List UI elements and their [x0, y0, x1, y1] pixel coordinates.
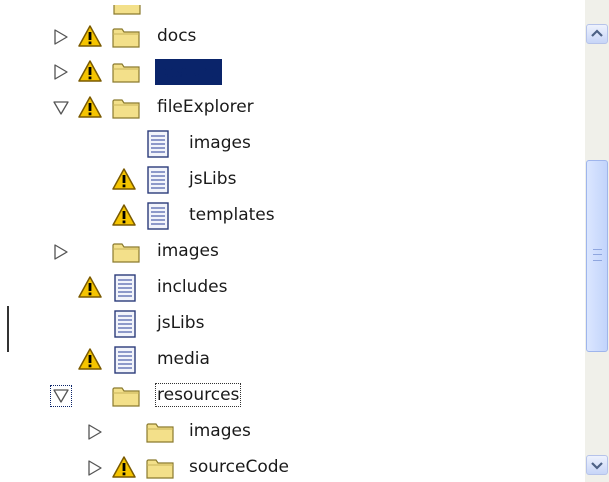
- folder-icon: [112, 385, 140, 407]
- tree-row-images-folder[interactable]: images: [0, 237, 583, 267]
- tree-item-label[interactable]: media: [155, 347, 212, 371]
- tree-row-docs[interactable]: docs: [0, 22, 583, 52]
- scroll-up-icon: [591, 29, 603, 37]
- tree-item-label[interactable]: images: [187, 419, 253, 443]
- vertical-scrollbar[interactable]: [585, 0, 609, 482]
- folder-icon: [146, 457, 174, 479]
- tree-row-fileexplorer[interactable]: fileExplorer: [0, 93, 583, 123]
- tree-item-label-focused[interactable]: resources: [155, 383, 242, 407]
- warning-icon: [78, 95, 102, 119]
- warning-icon: [112, 167, 136, 191]
- tree-item-label[interactable]: jsLibs: [155, 311, 206, 335]
- file-icon: [146, 166, 170, 194]
- folder-icon: [146, 421, 174, 443]
- folder-icon: [112, 26, 140, 48]
- warning-icon: [78, 347, 102, 371]
- tree-item-label-selected[interactable]: feature: [155, 59, 223, 85]
- scrollbar-thumb[interactable]: [586, 160, 608, 352]
- warning-icon: [112, 203, 136, 227]
- file-icon: [113, 346, 137, 374]
- tree-item-label[interactable]: jsLibs: [187, 167, 238, 191]
- tree-row-feature[interactable]: feature: [0, 57, 583, 87]
- tree-row-templates[interactable]: templates: [0, 201, 583, 231]
- tree-row-media[interactable]: media: [0, 345, 583, 375]
- tree-row-jslibs-2[interactable]: jsLibs: [0, 309, 583, 339]
- scroll-down-icon: [591, 462, 603, 470]
- tree-item-label[interactable]: includes: [155, 275, 229, 299]
- text-caret: [7, 306, 9, 352]
- expander-collapsed-icon[interactable]: [52, 63, 70, 81]
- expander-expanded-icon[interactable]: [52, 99, 70, 117]
- expander-collapsed-icon[interactable]: [52, 28, 70, 46]
- warning-icon: [78, 275, 102, 299]
- tree-item-label[interactable]: templates: [187, 203, 277, 227]
- warning-icon: [112, 455, 136, 479]
- expander-expanded-icon[interactable]: [50, 385, 72, 407]
- tree-row-includes[interactable]: includes: [0, 273, 583, 303]
- expander-collapsed-icon[interactable]: [52, 243, 70, 261]
- scroll-down-button[interactable]: [586, 455, 608, 475]
- tree-row-resources[interactable]: resources: [0, 381, 583, 411]
- scroll-up-button[interactable]: [586, 24, 608, 44]
- expander-collapsed-icon[interactable]: [86, 423, 104, 441]
- file-icon: [113, 310, 137, 338]
- tree-item-label[interactable]: fileExplorer: [155, 95, 256, 119]
- file-icon: [146, 130, 170, 158]
- tree-row-images-resources[interactable]: images: [0, 417, 583, 447]
- partial-row-edge: [113, 0, 141, 15]
- folder-icon: [112, 97, 140, 119]
- expander-collapsed-icon[interactable]: [86, 459, 104, 477]
- tree-row-sourcecode[interactable]: sourceCode: [0, 453, 583, 482]
- file-icon: [113, 274, 137, 302]
- folder-icon: [112, 61, 140, 83]
- warning-icon: [78, 24, 102, 48]
- folder-icon: [112, 241, 140, 263]
- tree-item-label[interactable]: docs: [155, 24, 198, 48]
- warning-icon: [78, 59, 102, 83]
- tree-item-label[interactable]: sourceCode: [187, 455, 291, 479]
- tree-item-label[interactable]: images: [155, 239, 221, 263]
- tree-row-jslibs[interactable]: jsLibs: [0, 165, 583, 195]
- scrollbar-grip: [593, 249, 602, 261]
- folder-tree: docs feature fileExplorer images jsLibs …: [0, 0, 583, 482]
- file-icon: [146, 202, 170, 230]
- tree-item-label[interactable]: images: [187, 131, 253, 155]
- tree-row-images[interactable]: images: [0, 129, 583, 159]
